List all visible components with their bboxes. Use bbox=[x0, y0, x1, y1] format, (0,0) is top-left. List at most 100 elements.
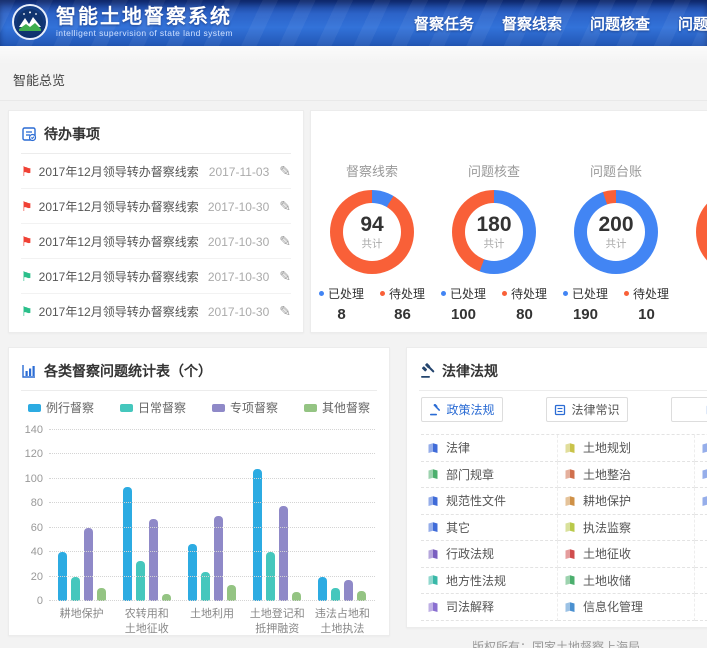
book-icon bbox=[701, 468, 707, 480]
todo-item-title: 2017年12月领导转办督察线索 bbox=[39, 268, 202, 285]
stat-total-label: 共计 bbox=[484, 236, 505, 251]
law-link[interactable] bbox=[695, 435, 707, 462]
donut-chart bbox=[696, 190, 707, 274]
y-tick-label: 40 bbox=[31, 546, 43, 558]
law-link[interactable]: 地方性法规 bbox=[421, 568, 558, 595]
legend-dot-icon bbox=[563, 291, 568, 296]
flag-icon: ⚑ bbox=[21, 236, 33, 248]
stat-group: 问题台账 200共计已处理190待处理10 bbox=[555, 161, 677, 332]
bar-专项督察 bbox=[149, 519, 158, 601]
law-tab-2[interactable]: 法律常识 bbox=[546, 397, 628, 422]
processed-value: 100 bbox=[451, 306, 476, 323]
todo-item[interactable]: ⚑2017年12月领导转办督察线索2017-10-30✎ bbox=[21, 224, 291, 259]
y-tick-label: 140 bbox=[25, 424, 43, 436]
law-link[interactable] bbox=[695, 488, 707, 515]
edit-pencil-icon[interactable]: ✎ bbox=[279, 303, 291, 320]
edit-pencil-icon[interactable]: ✎ bbox=[279, 198, 291, 215]
law-link[interactable]: 执法监察 bbox=[558, 515, 695, 542]
todo-item[interactable]: ⚑2017年12月领导转办督察线索2017-11-03✎ bbox=[21, 154, 291, 189]
edit-pencil-icon[interactable]: ✎ bbox=[279, 233, 291, 250]
legend-item[interactable]: 例行督察 bbox=[28, 399, 94, 416]
bar-日常督察 bbox=[266, 552, 275, 601]
book-icon bbox=[564, 495, 576, 507]
nav-item-1[interactable]: 督察任务 bbox=[414, 13, 474, 34]
todo-item[interactable]: ⚑2017年12月领导转办督察线索2017-10-30✎ bbox=[21, 189, 291, 224]
stat-title: 问题台账 bbox=[590, 161, 642, 180]
edit-pencil-icon[interactable]: ✎ bbox=[279, 268, 291, 285]
clipboard-icon bbox=[21, 126, 37, 142]
bar-专项督察 bbox=[344, 580, 353, 601]
copyright-footer: 版权所有：国家土地督察上海局 bbox=[406, 638, 706, 648]
breadcrumb: 智能总览 bbox=[13, 70, 65, 89]
book-icon bbox=[564, 521, 576, 533]
law-tab-1[interactable]: 政策法规 bbox=[421, 397, 503, 422]
todo-item-date: 2017-10-30 bbox=[201, 200, 269, 214]
nav-item-4[interactable]: 问题台账 bbox=[678, 13, 707, 34]
law-link[interactable]: 土地收储 bbox=[558, 568, 695, 595]
edit-pencil-icon[interactable]: ✎ bbox=[279, 163, 291, 180]
stat-total-value: 180 bbox=[476, 214, 511, 236]
law-link[interactable]: 行政法规 bbox=[421, 541, 558, 568]
book-icon bbox=[427, 495, 439, 507]
law-link[interactable]: 土地整治 bbox=[558, 462, 695, 489]
law-link[interactable]: 部门规章 bbox=[421, 462, 558, 489]
laws-panel-header: 法律法规 bbox=[407, 348, 707, 390]
law-link[interactable]: 耕地保护 bbox=[558, 488, 695, 515]
book-icon bbox=[564, 442, 576, 454]
stat-legend: 已处理8待处理86 bbox=[319, 285, 425, 323]
pending-label: 待处理 bbox=[380, 285, 425, 302]
donut-chart: 200共计 bbox=[574, 190, 658, 274]
law-link[interactable]: 司法解释 bbox=[421, 594, 558, 621]
nav-item-3[interactable]: 问题核查 bbox=[590, 13, 650, 34]
gridline: 100 bbox=[49, 478, 375, 479]
law-link-grid: 法律土地规划部门规章土地整治规范性文件耕地保护其它执法监察行政法规土地征收地方性… bbox=[421, 434, 707, 621]
todo-item-date: 2017-10-30 bbox=[201, 305, 269, 319]
legend-item[interactable]: 日常督察 bbox=[120, 399, 186, 416]
stat-total-label: 共计 bbox=[606, 236, 627, 251]
law-link[interactable]: 信息化管理 bbox=[558, 594, 695, 621]
bar-group bbox=[253, 469, 301, 601]
pending-value: 10 bbox=[638, 306, 655, 323]
gridline: 20 bbox=[49, 576, 375, 577]
gridline: 80 bbox=[49, 502, 375, 503]
stat-title: 督察线索 bbox=[346, 161, 398, 180]
stat-title: 问题核查 bbox=[468, 161, 520, 180]
legend-item[interactable]: 其他督察 bbox=[304, 399, 370, 416]
bar-group bbox=[123, 487, 171, 601]
app-title: 智能土地督察系统 bbox=[56, 6, 233, 28]
todo-item[interactable]: ⚑2017年12月领导转办督察线索2017-10-30✎ bbox=[21, 294, 291, 328]
law-link[interactable]: 规范性文件 bbox=[421, 488, 558, 515]
donut-chart: 94共计 bbox=[330, 190, 414, 274]
bar-例行督察 bbox=[318, 577, 327, 601]
pending: 待处理80 bbox=[502, 285, 547, 323]
law-cell-empty bbox=[695, 515, 707, 542]
todo-item[interactable]: ⚑2017年12月领导转办督察线索2017-10-30✎ bbox=[21, 259, 291, 294]
app-subtitle: intelligent supervision of state land sy… bbox=[56, 28, 233, 38]
todo-item-date: 2017-10-30 bbox=[201, 235, 269, 249]
legend-item[interactable]: 专项督察 bbox=[212, 399, 278, 416]
stat-legend: 已处理190待处理10 bbox=[563, 285, 669, 323]
law-link[interactable]: 法律 bbox=[421, 435, 558, 462]
x-category-label: 耕地保护 bbox=[49, 607, 114, 637]
law-tab-3[interactable] bbox=[671, 397, 707, 422]
bar-例行督察 bbox=[58, 552, 67, 601]
legend-dot-icon bbox=[380, 291, 385, 296]
x-category-label: 土地利用 bbox=[179, 607, 244, 637]
bar-日常督察 bbox=[71, 577, 80, 601]
bar-例行督察 bbox=[188, 544, 197, 601]
main-nav: 督察任务 督察线索 问题核查 问题台账 bbox=[414, 0, 707, 46]
law-link[interactable]: 土地征收 bbox=[558, 541, 695, 568]
law-link[interactable] bbox=[695, 462, 707, 489]
processed-label: 已处理 bbox=[441, 285, 486, 302]
law-link[interactable]: 其它 bbox=[421, 515, 558, 542]
nav-item-2[interactable]: 督察线索 bbox=[502, 13, 562, 34]
y-tick-label: 100 bbox=[25, 473, 43, 485]
law-link[interactable]: 土地规划 bbox=[558, 435, 695, 462]
x-category-label: 土地登记和 抵押融资 bbox=[245, 607, 310, 637]
gridline: 60 bbox=[49, 527, 375, 528]
stat-group: 问题核查 180共计已处理 100 待处理80 bbox=[433, 161, 555, 332]
book-icon bbox=[564, 468, 576, 480]
bar-group bbox=[318, 577, 366, 601]
stats-panel: 督察线索94共计已处理8待处理86问题核查180共计已处理100待处理80问题台… bbox=[310, 110, 707, 333]
book-icon bbox=[701, 442, 707, 454]
